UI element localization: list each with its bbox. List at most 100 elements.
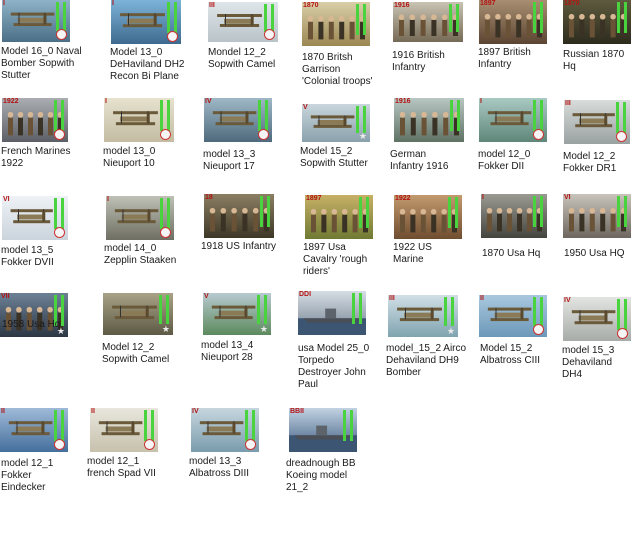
roundel-icon xyxy=(56,29,67,40)
roundel-icon xyxy=(54,129,65,140)
unit-caption: dreadnough BB Koeing model 21_2 xyxy=(286,458,356,493)
era-badge: III xyxy=(209,2,215,9)
tier-bar xyxy=(448,197,451,228)
tier-bar xyxy=(456,4,459,32)
tier-bar xyxy=(616,102,619,133)
era-badge: 1922 xyxy=(3,98,19,105)
unit-caption: Model 15_2 Sopwith Stutter xyxy=(300,146,368,169)
tier-bar xyxy=(264,4,267,32)
tier-bar xyxy=(617,196,620,227)
unit-thumbnail[interactable]: IV xyxy=(191,408,259,452)
era-badge: II xyxy=(1,408,5,415)
unit-thumbnail[interactable]: I xyxy=(479,98,547,142)
unit-caption: Russian 1870 Hq xyxy=(563,49,625,72)
era-badge: 1922 xyxy=(395,195,411,202)
biplane-icon xyxy=(212,111,257,126)
tier-bar xyxy=(160,198,163,229)
era-badge: 1916 xyxy=(394,2,410,9)
unit-thumbnail[interactable]: I xyxy=(2,0,70,42)
unit-caption: model 15_3 Dehaviland DH4 xyxy=(562,345,615,380)
biplane-icon xyxy=(113,111,158,126)
unit-caption: model 14_0 Zepplin Staaken xyxy=(104,243,177,266)
unit-thumbnail[interactable]: II xyxy=(90,408,158,452)
unit-thumbnail[interactable]: 1922 xyxy=(394,195,462,239)
tier-bar xyxy=(166,295,169,325)
unit-thumbnail[interactable]: IV xyxy=(204,98,272,142)
tier-bar xyxy=(61,410,64,441)
unit-thumbnail[interactable]: III xyxy=(564,100,630,144)
star-icon: ★ xyxy=(358,131,367,141)
unit-thumbnail[interactable]: 1870 xyxy=(302,2,370,46)
unit-caption: French Marines 1922 xyxy=(1,146,71,169)
unit-thumbnail[interactable]: I xyxy=(111,0,181,44)
roundel-icon xyxy=(533,324,544,335)
biplane-icon xyxy=(487,307,532,322)
unit-thumbnail[interactable]: III ★ xyxy=(388,295,458,337)
unit-thumbnail[interactable]: V ★ xyxy=(203,293,271,335)
tier-bar xyxy=(623,102,626,133)
biplane-icon xyxy=(10,209,53,224)
unit-thumbnail[interactable]: III xyxy=(208,2,278,42)
tier-bar xyxy=(444,297,447,327)
unit-thumbnail[interactable]: VI xyxy=(2,196,68,240)
unit-thumbnail[interactable]: ★ xyxy=(103,293,173,335)
tier-bar xyxy=(252,410,255,441)
roundel-icon xyxy=(54,227,65,238)
unit-thumbnail[interactable]: II xyxy=(479,295,547,337)
unit-thumbnail[interactable]: DDI xyxy=(298,291,366,335)
unit-caption: usa Model 25_0 Torpedo Destroyer John Paul xyxy=(298,343,370,390)
unit-thumbnail[interactable]: I xyxy=(481,194,547,238)
era-badge: BBII xyxy=(290,408,304,415)
unit-thumbnail[interactable]: 1916 xyxy=(394,98,464,142)
unit-caption: model 13_4 Nieuport 28 xyxy=(201,340,254,363)
unit-caption: model 13_0 Nieuport 10 xyxy=(103,146,156,169)
tier-bar xyxy=(450,100,453,131)
unit-thumbnail[interactable]: BBII xyxy=(289,408,357,452)
tier-bar xyxy=(540,100,543,131)
roundel-icon xyxy=(258,129,269,140)
star-icon: ★ xyxy=(446,326,455,336)
unit-caption: Model 12_2 Fokker DR1 xyxy=(563,151,617,174)
unit-caption: 1958 Usa Hq xyxy=(2,319,61,330)
unit-caption: model 12_1 french Spad VII xyxy=(87,456,156,479)
troops-illustration xyxy=(209,207,270,232)
unit-thumbnail[interactable]: IV xyxy=(563,297,631,341)
tier-bar xyxy=(455,197,458,228)
biplane-icon xyxy=(211,305,256,320)
tier-bar xyxy=(533,297,536,327)
unit-thumbnail[interactable]: 18 xyxy=(204,194,274,238)
unit-caption: model 13_3 Nieuport 17 xyxy=(203,149,256,172)
roundel-icon xyxy=(264,29,275,40)
unit-caption: model 12_1 Fokker Eindecker xyxy=(1,458,54,493)
unit-thumbnail[interactable]: I xyxy=(106,196,174,240)
unit-thumbnail[interactable]: II xyxy=(0,408,68,452)
unit-caption: Model 13_0 DeHaviland DH2 Recon Bi Plane xyxy=(110,47,185,82)
tier-bar xyxy=(245,410,248,441)
unit-thumbnail[interactable]: 1870 xyxy=(563,0,631,44)
tier-bar xyxy=(264,295,267,325)
era-badge: IV xyxy=(564,297,571,304)
unit-caption: Mondel 12_2 Sopwith Camel xyxy=(208,47,276,70)
unit-thumbnail[interactable]: 1897 xyxy=(479,0,547,44)
unit-thumbnail[interactable]: V ★ xyxy=(302,104,370,142)
biplane-icon xyxy=(114,209,159,224)
era-badge: I xyxy=(112,0,114,7)
tier-bar xyxy=(624,2,627,33)
tier-bar xyxy=(533,2,536,33)
tier-bar xyxy=(61,295,64,326)
unit-thumbnail[interactable]: 1922 xyxy=(2,98,68,142)
biplane-icon xyxy=(98,421,143,436)
roundel-icon xyxy=(160,227,171,238)
tier-bar xyxy=(352,293,355,324)
unit-caption: 1922 US Marine xyxy=(393,242,432,265)
unit-caption: 1897 Usa Cavalry 'rough riders' xyxy=(303,242,368,277)
era-badge: VII xyxy=(1,293,10,300)
tier-bar xyxy=(624,196,627,227)
unit-thumbnail[interactable]: 1897 xyxy=(305,195,373,239)
era-badge: II xyxy=(480,295,484,302)
unit-thumbnail[interactable]: VI xyxy=(563,194,631,238)
unit-thumbnail[interactable]: 1916 xyxy=(393,2,463,42)
tier-bar xyxy=(160,100,163,131)
tier-bar xyxy=(540,297,543,327)
unit-thumbnail[interactable]: I xyxy=(104,98,174,142)
